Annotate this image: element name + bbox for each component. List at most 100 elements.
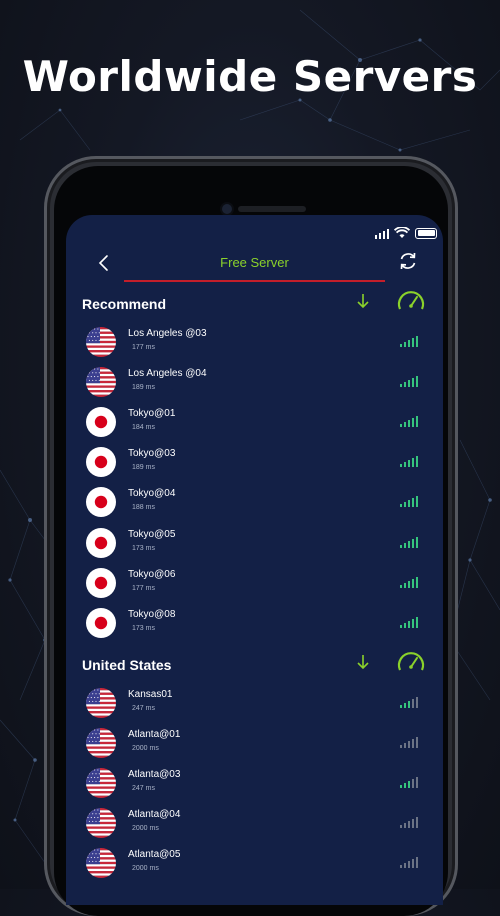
signal-bar — [407, 861, 411, 869]
server-row[interactable]: Tokyo@05 173 ms — [66, 526, 443, 566]
signal-strength-icon — [400, 534, 419, 548]
japan-flag-icon — [86, 607, 116, 638]
signal-strength-icon — [400, 333, 419, 347]
signal-bar — [400, 865, 403, 869]
server-name: Kansas01 — [128, 689, 173, 700]
section-label: Recommend — [82, 296, 167, 312]
server-row[interactable]: Atlanta@05 2000 ms — [66, 846, 443, 886]
signal-bar — [400, 384, 403, 388]
signal-bar — [400, 344, 403, 347]
signal-bar — [415, 616, 419, 628]
status-bar — [374, 226, 437, 240]
signal-bar — [415, 456, 419, 468]
signal-bar — [415, 817, 419, 829]
signal-bar — [403, 502, 407, 508]
us-flag-icon — [86, 848, 116, 879]
signal-bar — [407, 340, 411, 347]
sort-download-arrow-icon[interactable] — [356, 652, 370, 672]
server-latency: 247 ms — [132, 705, 155, 712]
signal-bar — [411, 498, 415, 508]
signal-bar — [411, 338, 415, 347]
server-row[interactable]: Los Angeles @04 189 ms — [66, 365, 443, 405]
signal-strength-icon — [400, 574, 419, 588]
signal-bar — [403, 382, 407, 388]
signal-bar — [415, 536, 419, 548]
server-latency: 173 ms — [132, 544, 155, 552]
server-latency: 177 ms — [132, 344, 155, 351]
signal-strength-icon — [400, 413, 419, 428]
signal-bar — [407, 781, 411, 789]
headline: Worldwide Servers — [22, 52, 478, 101]
earpiece-speaker — [238, 206, 306, 212]
server-row[interactable]: Tokyo@03 189 ms — [66, 445, 443, 485]
server-name: Tokyo@03 — [128, 448, 176, 460]
server-row[interactable]: Tokyo@06 177 ms — [66, 566, 443, 606]
server-row[interactable]: Los Angeles @03 177 ms — [66, 325, 443, 365]
server-latency: 184 ms — [132, 424, 155, 432]
server-row[interactable]: Atlanta@04 2000 ms — [66, 806, 443, 846]
signal-bar — [400, 745, 403, 749]
signal-bar — [400, 785, 403, 789]
signal-bar — [415, 777, 419, 789]
server-latency: 247 ms — [132, 785, 155, 793]
signal-bar — [415, 697, 419, 708]
signal-bar — [407, 420, 411, 428]
server-row[interactable]: Kansas01 247 ms — [66, 686, 443, 726]
us-flag-icon — [86, 327, 116, 357]
signal-bar — [411, 458, 415, 468]
signal-bar — [415, 496, 419, 508]
speed-gauge-icon[interactable] — [396, 648, 426, 674]
signal-strength-icon — [400, 854, 419, 869]
signal-bar — [400, 624, 403, 628]
server-name: Tokyo@04 — [128, 488, 176, 500]
signal-strength-icon — [400, 814, 419, 829]
server-row[interactable]: Tokyo@01 184 ms — [66, 405, 443, 445]
battery-icon — [415, 227, 437, 239]
speed-gauge-icon[interactable] — [396, 287, 426, 313]
cellular-signal-icon — [374, 228, 389, 239]
signal-bar — [411, 578, 415, 588]
signal-bar — [403, 422, 407, 428]
section-header: Recommend — [82, 291, 427, 321]
refresh-icon[interactable] — [397, 250, 419, 272]
signal-bar — [415, 336, 419, 347]
signal-bar — [415, 857, 419, 869]
sort-download-arrow-icon[interactable] — [356, 291, 370, 311]
signal-bar — [407, 500, 411, 508]
signal-bar — [411, 819, 415, 829]
signal-bar — [415, 376, 419, 388]
page-title: Free Server — [220, 255, 289, 270]
japan-flag-icon — [86, 527, 116, 558]
server-latency: 189 ms — [132, 464, 155, 472]
signal-bar — [407, 380, 411, 388]
signal-strength-icon — [400, 614, 419, 628]
server-latency: 189 ms — [132, 384, 155, 392]
signal-bar — [407, 620, 411, 628]
server-row[interactable]: Atlanta@01 2000 ms — [66, 726, 443, 766]
us-flag-icon — [86, 367, 116, 398]
japan-flag-icon — [86, 567, 116, 598]
server-row[interactable]: Tokyo@04 188 ms — [66, 485, 443, 525]
section-label: United States — [82, 657, 172, 673]
server-name: Atlanta@01 — [128, 729, 181, 741]
title-underline — [124, 280, 385, 282]
server-name: Los Angeles @04 — [128, 368, 207, 380]
signal-strength-icon — [400, 493, 419, 508]
signal-bar — [415, 576, 419, 588]
signal-bar — [407, 701, 411, 708]
server-row[interactable]: Atlanta@03 247 ms — [66, 766, 443, 806]
signal-strength-icon — [400, 694, 419, 708]
server-latency: 177 ms — [132, 584, 155, 592]
signal-bar — [411, 859, 415, 869]
us-flag-icon — [86, 688, 116, 718]
signal-bar — [415, 737, 419, 749]
japan-flag-icon — [86, 407, 116, 438]
server-row[interactable]: Tokyo@08 173 ms — [66, 606, 443, 646]
signal-bar — [411, 699, 415, 708]
signal-bar — [403, 703, 407, 708]
signal-bar — [407, 460, 411, 468]
server-name: Tokyo@06 — [128, 568, 176, 580]
wifi-icon — [394, 227, 410, 238]
signal-bar — [403, 863, 407, 869]
server-latency: 173 ms — [132, 624, 155, 632]
